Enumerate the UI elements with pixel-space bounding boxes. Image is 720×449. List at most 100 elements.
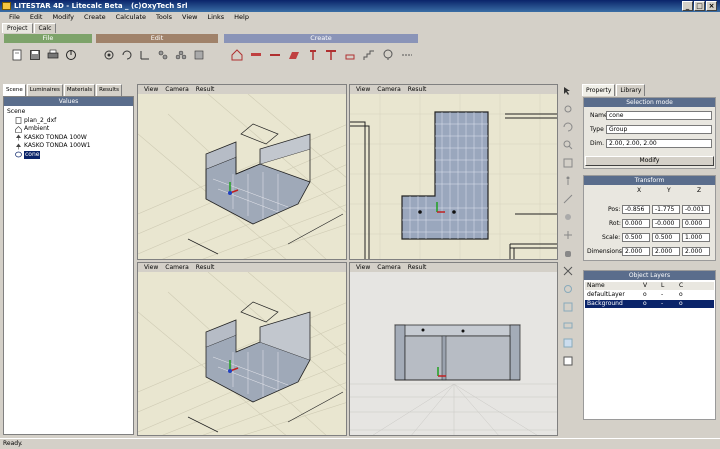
viewport-perspective-bottom[interactable]: View Camera Result xyxy=(137,262,347,436)
dimensions-z-field[interactable]: 2.000 xyxy=(682,247,710,256)
menu-file[interactable]: File xyxy=(4,12,25,23)
layer-visible[interactable]: o xyxy=(643,291,661,299)
rot-z-field[interactable]: 0.000 xyxy=(682,219,710,228)
menu-camera[interactable]: Camera xyxy=(377,85,401,94)
viewport-perspective-top[interactable]: View Camera Result xyxy=(137,84,347,260)
move-tool-icon[interactable] xyxy=(562,229,574,241)
scale-x-field[interactable]: 0.500 xyxy=(622,233,650,242)
tab-library[interactable]: Library xyxy=(616,84,646,96)
menu-view[interactable]: View xyxy=(356,85,370,94)
rot-x-field[interactable]: 0.000 xyxy=(622,219,650,228)
furniture-icon[interactable] xyxy=(343,48,357,62)
tab-luminaires[interactable]: Luminaires xyxy=(26,84,63,96)
menu-view[interactable]: View xyxy=(356,263,370,272)
walk-tool-icon[interactable] xyxy=(562,175,574,187)
save-file-icon[interactable] xyxy=(28,48,42,62)
viewport-top[interactable]: View Camera Result xyxy=(349,84,558,260)
path-icon[interactable] xyxy=(400,48,414,62)
move-icon[interactable] xyxy=(102,48,116,62)
menu-view[interactable]: View xyxy=(177,12,202,23)
tab-calc[interactable]: Calc xyxy=(33,23,57,33)
menu-camera[interactable]: Camera xyxy=(377,263,401,272)
zoom-extents-icon[interactable] xyxy=(562,157,574,169)
tab-scene[interactable]: Scene xyxy=(3,84,26,96)
menu-camera[interactable]: Camera xyxy=(165,85,189,94)
layer-color[interactable]: o xyxy=(679,300,697,308)
tree-icon[interactable] xyxy=(381,48,395,62)
measure-tool-icon[interactable] xyxy=(562,193,574,205)
tab-project[interactable]: Project xyxy=(2,23,33,33)
info-tool-icon[interactable] xyxy=(562,355,574,367)
type-field[interactable]: Group xyxy=(606,125,712,134)
copy-icon[interactable] xyxy=(156,48,170,62)
select-tool-icon[interactable] xyxy=(562,85,574,97)
tree-item[interactable]: KASKO TONDA 100W xyxy=(15,134,130,143)
modify-button[interactable]: Modify xyxy=(585,156,714,166)
dim-field[interactable]: 2.00, 2.00, 2.00 xyxy=(606,139,712,148)
layer-visible[interactable]: o xyxy=(643,300,661,308)
zoom-tool-icon[interactable] xyxy=(562,139,574,151)
pole-double-icon[interactable] xyxy=(325,48,339,62)
dimensions-y-field[interactable]: 2.000 xyxy=(652,247,680,256)
layer-locked[interactable]: - xyxy=(661,300,679,308)
print-icon[interactable] xyxy=(46,48,60,62)
close-button[interactable]: × xyxy=(706,1,717,11)
scale-y-field[interactable]: 0.500 xyxy=(652,233,680,242)
menu-result[interactable]: Result xyxy=(408,263,427,272)
tree-item[interactable]: plan_2_dxf xyxy=(15,117,130,126)
stairs-icon[interactable] xyxy=(362,48,376,62)
pos-x-field[interactable]: -0.856 xyxy=(622,205,650,214)
grid-tool-icon[interactable] xyxy=(562,283,574,295)
orbit-tool-icon[interactable] xyxy=(562,121,574,133)
render-tool-icon[interactable] xyxy=(562,337,574,349)
menu-tools[interactable]: Tools xyxy=(151,12,177,23)
tab-materials[interactable]: Materials xyxy=(63,84,96,96)
name-field[interactable]: cone xyxy=(606,111,712,120)
menu-help[interactable]: Help xyxy=(229,12,254,23)
maximize-button[interactable]: □ xyxy=(694,1,705,11)
tree-item[interactable]: Ambient xyxy=(15,125,130,134)
menu-edit[interactable]: Edit xyxy=(25,12,48,23)
minimize-button[interactable]: _ xyxy=(682,1,693,11)
layer-row-selected[interactable]: Background o - o xyxy=(585,300,714,308)
delete-icon[interactable] xyxy=(192,48,206,62)
menu-links[interactable]: Links xyxy=(202,12,229,23)
luminaire-icon[interactable] xyxy=(249,48,263,62)
menu-result[interactable]: Result xyxy=(196,85,215,94)
menu-camera[interactable]: Camera xyxy=(165,263,189,272)
viewport-front[interactable]: View Camera Result xyxy=(349,262,558,436)
rotate-icon[interactable] xyxy=(120,48,134,62)
floor-icon[interactable] xyxy=(287,48,301,62)
menu-modify[interactable]: Modify xyxy=(47,12,79,23)
layer-tool-icon[interactable] xyxy=(562,319,574,331)
tree-root[interactable]: Scene xyxy=(7,108,130,117)
pan-tool-icon[interactable] xyxy=(562,103,574,115)
light-tool-icon[interactable] xyxy=(562,211,574,223)
menu-view[interactable]: View xyxy=(144,85,158,94)
layer-row[interactable]: defaultLayer o - o xyxy=(585,291,714,299)
open-file-icon[interactable] xyxy=(10,48,24,62)
pos-z-field[interactable]: -0.001 xyxy=(682,205,710,214)
rot-y-field[interactable]: -0.000 xyxy=(652,219,680,228)
tree-item[interactable]: KASKO TONDA 100W1 xyxy=(15,142,130,151)
layer-locked[interactable]: - xyxy=(661,291,679,299)
hand-tool-icon[interactable] xyxy=(562,247,574,259)
room-icon[interactable] xyxy=(230,48,244,62)
tab-property[interactable]: Property xyxy=(582,84,616,96)
menu-create[interactable]: Create xyxy=(79,12,111,23)
exit-icon[interactable] xyxy=(64,48,78,62)
menu-calculate[interactable]: Calculate xyxy=(111,12,151,23)
layer-color[interactable]: o xyxy=(679,291,697,299)
scale-z-field[interactable]: 1.000 xyxy=(682,233,710,242)
pos-y-field[interactable]: -1.775 xyxy=(652,205,680,214)
menu-view[interactable]: View xyxy=(144,263,158,272)
fit-tool-icon[interactable] xyxy=(562,265,574,277)
snap-tool-icon[interactable] xyxy=(562,301,574,313)
array-icon[interactable] xyxy=(174,48,188,62)
tab-results[interactable]: Results xyxy=(96,84,122,96)
wall-icon[interactable] xyxy=(268,48,282,62)
scale-icon[interactable] xyxy=(138,48,152,62)
dimensions-x-field[interactable]: 2.000 xyxy=(622,247,650,256)
menu-result[interactable]: Result xyxy=(196,263,215,272)
pole-icon[interactable] xyxy=(306,48,320,62)
